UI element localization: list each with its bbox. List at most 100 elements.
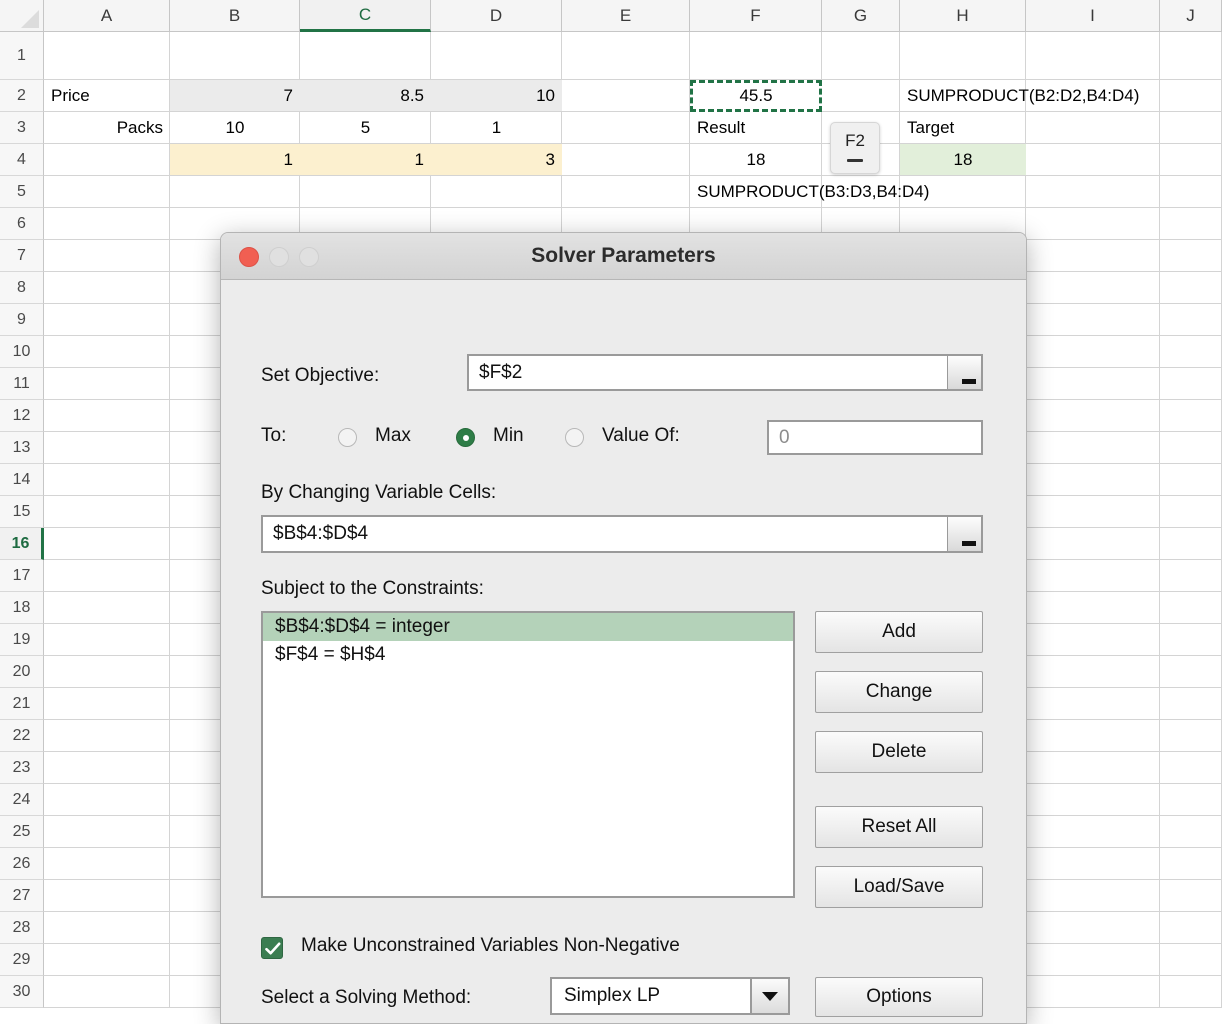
cell-A6[interactable] [44,208,170,240]
cell-J12[interactable] [1160,400,1222,432]
cell-H1[interactable] [900,32,1026,80]
cell-A17[interactable] [44,560,170,592]
cell-A14[interactable] [44,464,170,496]
cell-J23[interactable] [1160,752,1222,784]
cell-value-H3[interactable]: Target [900,112,1026,144]
column-header-G[interactable]: G [822,0,900,32]
cell-J19[interactable] [1160,624,1222,656]
column-header-H[interactable]: H [900,0,1026,32]
row-header-26[interactable]: 26 [0,848,44,880]
cell-A24[interactable] [44,784,170,816]
change-button[interactable]: Change [815,671,983,713]
row-header-9[interactable]: 9 [0,304,44,336]
cell-J22[interactable] [1160,720,1222,752]
cell-I10[interactable] [1026,336,1160,368]
cell-I1[interactable] [1026,32,1160,80]
row-header-17[interactable]: 17 [0,560,44,592]
cell-D1[interactable] [431,32,562,80]
cell-A30[interactable] [44,976,170,1008]
row-header-19[interactable]: 19 [0,624,44,656]
chevron-down-icon[interactable] [750,979,788,1013]
cell-E2[interactable] [562,80,690,112]
non-negative-checkbox[interactable] [261,937,283,959]
cell-I9[interactable] [1026,304,1160,336]
cell-I24[interactable] [1026,784,1160,816]
cell-value-B2[interactable]: 7 [170,80,300,112]
column-header-J[interactable]: J [1160,0,1222,32]
constraint-item[interactable]: $B$4:$D$4 = integer [263,613,793,641]
cell-value-D4[interactable]: 3 [431,144,562,176]
changing-cells-input[interactable]: $B$4:$D$4 [261,515,983,553]
cell-I6[interactable] [1026,208,1160,240]
cell-B1[interactable] [170,32,300,80]
cell-J25[interactable] [1160,816,1222,848]
cell-value-H2[interactable]: SUMPRODUCT(B2:D2,B4:D4) [900,80,1139,112]
cell-J29[interactable] [1160,944,1222,976]
cell-A10[interactable] [44,336,170,368]
column-header-I[interactable]: I [1026,0,1160,32]
cell-E4[interactable] [562,144,690,176]
cell-I23[interactable] [1026,752,1160,784]
cell-G1[interactable] [822,32,900,80]
cell-value-H4[interactable]: 18 [900,144,1026,176]
cell-I27[interactable] [1026,880,1160,912]
row-header-24[interactable]: 24 [0,784,44,816]
cell-J6[interactable] [1160,208,1222,240]
cell-A27[interactable] [44,880,170,912]
cell-A15[interactable] [44,496,170,528]
row-header-4[interactable]: 4 [0,144,44,176]
row-header-10[interactable]: 10 [0,336,44,368]
cell-I14[interactable] [1026,464,1160,496]
load-save-button[interactable]: Load/Save [815,866,983,908]
close-window-button[interactable] [239,247,259,267]
cell-A26[interactable] [44,848,170,880]
cell-A7[interactable] [44,240,170,272]
minimize-window-button[interactable] [269,247,289,267]
cell-A9[interactable] [44,304,170,336]
cell-J7[interactable] [1160,240,1222,272]
cell-I20[interactable] [1026,656,1160,688]
cell-A22[interactable] [44,720,170,752]
value-of-input[interactable]: 0 [767,420,983,455]
row-header-16[interactable]: 16 [0,528,44,560]
cell-I25[interactable] [1026,816,1160,848]
cell-J16[interactable] [1160,528,1222,560]
cell-A23[interactable] [44,752,170,784]
cell-J2[interactable] [1160,80,1222,112]
row-header-11[interactable]: 11 [0,368,44,400]
row-header-14[interactable]: 14 [0,464,44,496]
row-header-2[interactable]: 2 [0,80,44,112]
cell-I3[interactable] [1026,112,1160,144]
row-header-29[interactable]: 29 [0,944,44,976]
column-header-F[interactable]: F [690,0,822,32]
cell-J13[interactable] [1160,432,1222,464]
dialog-titlebar[interactable]: Solver Parameters [221,233,1026,280]
changing-cells-range-picker-icon[interactable] [947,517,981,551]
constraint-item[interactable]: $F$4 = $H$4 [263,641,793,669]
cell-A28[interactable] [44,912,170,944]
cell-A13[interactable] [44,432,170,464]
reset-all-button[interactable]: Reset All [815,806,983,848]
radio-value-of[interactable] [565,428,584,447]
cell-J27[interactable] [1160,880,1222,912]
cell-A12[interactable] [44,400,170,432]
constraints-list[interactable]: $B$4:$D$4 = integer $F$4 = $H$4 [261,611,795,898]
cell-J24[interactable] [1160,784,1222,816]
cell-I12[interactable] [1026,400,1160,432]
cell-I5[interactable] [1026,176,1160,208]
cell-I22[interactable] [1026,720,1160,752]
cell-value-F5[interactable]: SUMPRODUCT(B3:D3,B4:D4) [690,176,929,208]
cell-J11[interactable] [1160,368,1222,400]
radio-min[interactable] [456,428,475,447]
cell-value-A2[interactable]: Price [44,80,170,112]
cell-I30[interactable] [1026,976,1160,1008]
cell-A16[interactable] [44,528,170,560]
cell-J26[interactable] [1160,848,1222,880]
cell-I18[interactable] [1026,592,1160,624]
column-header-C[interactable]: C [300,0,431,32]
cell-value-C4[interactable]: 1 [300,144,431,176]
cell-J3[interactable] [1160,112,1222,144]
row-header-7[interactable]: 7 [0,240,44,272]
cell-B5[interactable] [170,176,300,208]
cell-A1[interactable] [44,32,170,80]
